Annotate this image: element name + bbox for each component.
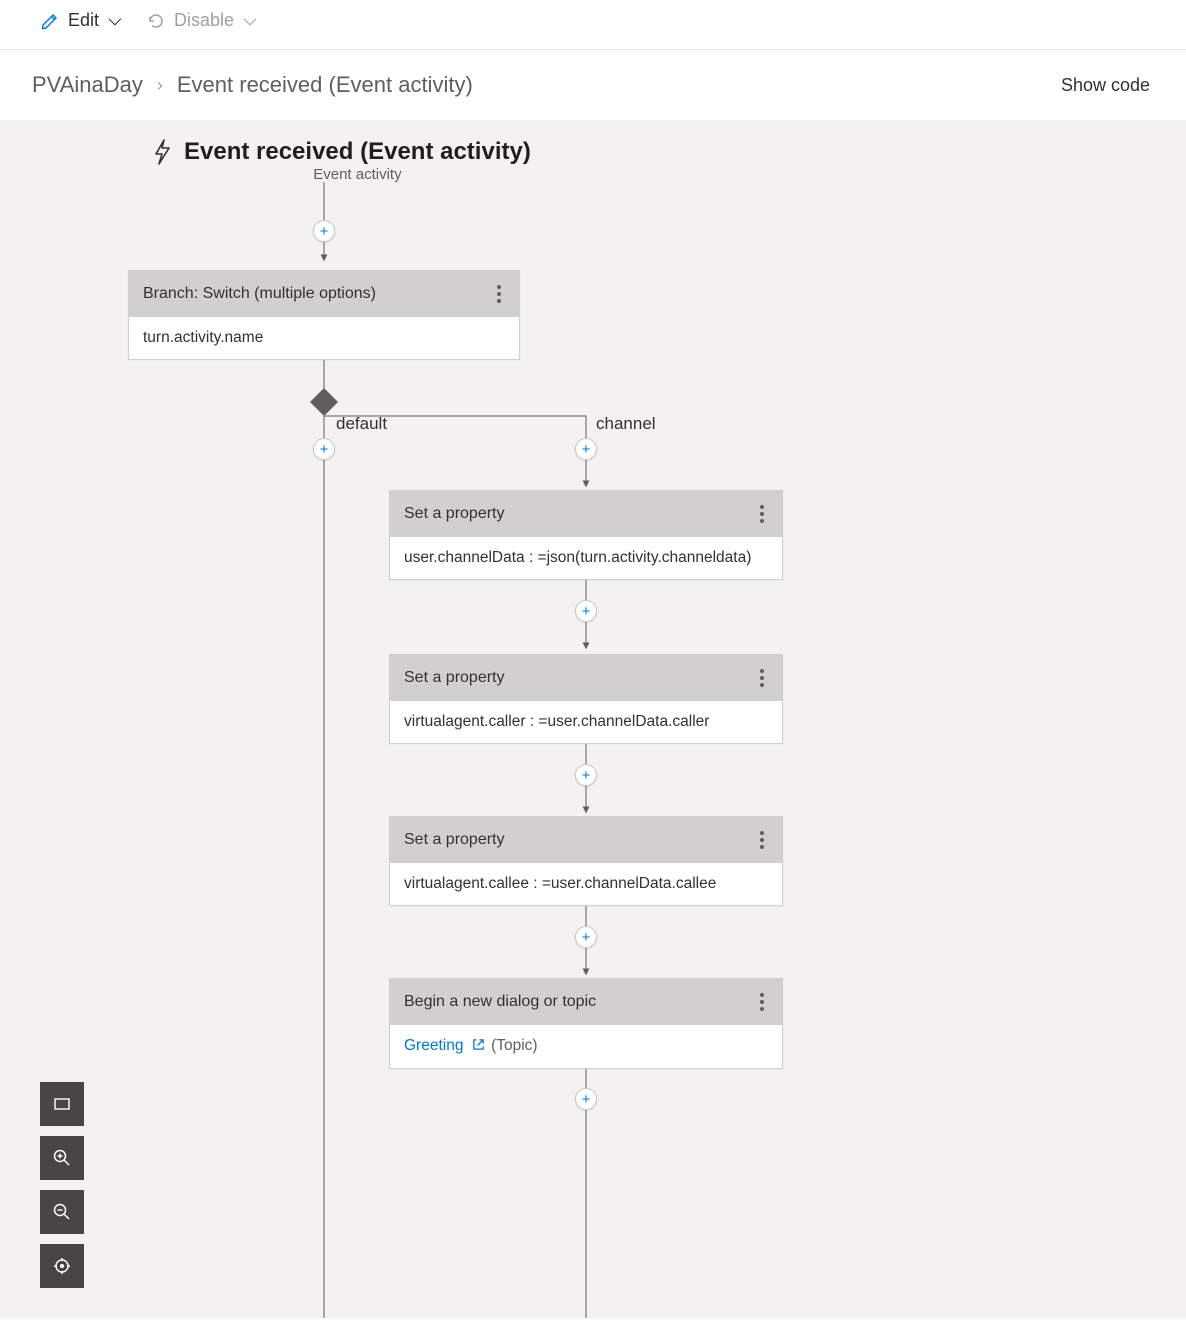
flow-canvas[interactable]: Event received (Event activity) Event ac… <box>0 120 1186 1318</box>
show-code-button[interactable]: Show code <box>1061 75 1150 96</box>
kebab-icon[interactable] <box>756 827 768 853</box>
fit-view-button[interactable] <box>40 1082 84 1126</box>
add-node-button[interactable]: + <box>575 1088 597 1110</box>
node-header: Set a property <box>390 491 782 537</box>
breadcrumb-root[interactable]: PVAinaDay <box>32 72 143 98</box>
open-external-icon <box>472 1038 485 1056</box>
trigger-header: Event received (Event activity) Event ac… <box>150 138 531 183</box>
add-node-button[interactable]: + <box>575 438 597 460</box>
node-header: Set a property <box>390 817 782 863</box>
breadcrumb-page: Event received (Event activity) <box>177 72 473 98</box>
node-header: Set a property <box>390 655 782 701</box>
disable-label: Disable <box>174 10 234 31</box>
add-node-button[interactable]: + <box>575 926 597 948</box>
node-header: Branch: Switch (multiple options) <box>129 271 519 317</box>
branch-default-label: default <box>336 414 387 434</box>
node-title: Branch: Switch (multiple options) <box>143 285 376 303</box>
node-title: Set a property <box>404 505 505 523</box>
kebab-icon[interactable] <box>756 501 768 527</box>
edit-menu[interactable]: Edit <box>40 10 118 31</box>
refresh-icon <box>146 11 166 31</box>
node-body: user.channelData : =json(turn.activity.c… <box>390 537 782 579</box>
add-node-button[interactable]: + <box>313 220 335 242</box>
trigger-title: Event received (Event activity) <box>184 138 531 166</box>
add-node-button[interactable]: + <box>575 600 597 622</box>
add-node-button[interactable]: + <box>575 764 597 786</box>
node-body: virtualagent.caller : =user.channelData.… <box>390 701 782 743</box>
disable-menu[interactable]: Disable <box>146 10 253 31</box>
recenter-button[interactable] <box>40 1244 84 1288</box>
dialog-type: (Topic) <box>491 1037 538 1054</box>
trigger-subtitle: Event activity <box>184 166 531 183</box>
breadcrumb-row: PVAinaDay › Event received (Event activi… <box>0 50 1186 120</box>
node-header: Begin a new dialog or topic <box>390 979 782 1025</box>
node-body: turn.activity.name <box>129 317 519 359</box>
switch-node[interactable]: Branch: Switch (multiple options) turn.a… <box>128 270 520 360</box>
toolbar: Edit Disable <box>0 0 1186 50</box>
zoom-toolbar <box>40 1082 84 1288</box>
lightning-icon <box>150 138 174 166</box>
kebab-icon[interactable] <box>756 665 768 691</box>
zoom-in-button[interactable] <box>40 1136 84 1180</box>
node-body: Greeting (Topic) <box>390 1025 782 1068</box>
node-body: virtualagent.callee : =user.channelData.… <box>390 863 782 905</box>
kebab-icon[interactable] <box>493 281 505 307</box>
node-title: Begin a new dialog or topic <box>404 993 596 1011</box>
dialog-link[interactable]: Greeting <box>404 1037 463 1054</box>
set-property-node[interactable]: Set a property virtualagent.caller : =us… <box>389 654 783 744</box>
breadcrumb: PVAinaDay › Event received (Event activi… <box>32 72 473 98</box>
zoom-out-button[interactable] <box>40 1190 84 1234</box>
pencil-icon <box>40 11 60 31</box>
node-title: Set a property <box>404 669 505 687</box>
edit-label: Edit <box>68 10 99 31</box>
branch-channel-label: channel <box>596 414 656 434</box>
chevron-right-icon: › <box>157 75 163 96</box>
kebab-icon[interactable] <box>756 989 768 1015</box>
set-property-node[interactable]: Set a property user.channelData : =json(… <box>389 490 783 580</box>
node-title: Set a property <box>404 831 505 849</box>
add-node-button[interactable]: + <box>313 438 335 460</box>
begin-dialog-node[interactable]: Begin a new dialog or topic Greeting (To… <box>389 978 783 1069</box>
chevron-down-icon <box>109 13 122 26</box>
chevron-down-icon <box>244 13 257 26</box>
set-property-node[interactable]: Set a property virtualagent.callee : =us… <box>389 816 783 906</box>
